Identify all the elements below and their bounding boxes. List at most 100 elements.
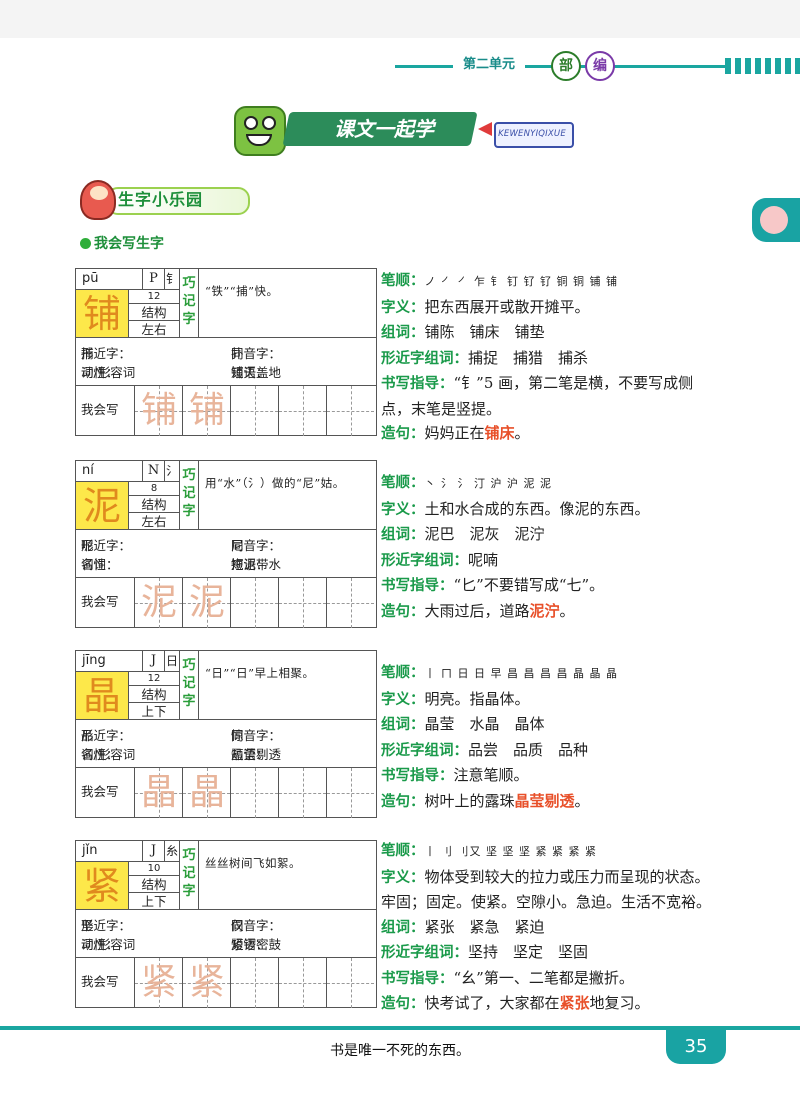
properties: 形近字：呢 同音字：尼 词性： 名词 短语： 拖泥带水 — [76, 529, 376, 577]
index-letter: J — [142, 841, 164, 861]
banner-romanized: KEWENYIQIXUE — [498, 129, 566, 139]
writing-box[interactable] — [230, 578, 278, 628]
properties: 形近字：品 同音字：惊 词性： 名/形容词 短语： 晶莹剔透 — [76, 719, 376, 767]
pinyin: pū — [82, 271, 99, 286]
trace-character: 晶 — [140, 772, 177, 813]
structure-label: 结构 — [128, 495, 179, 512]
example-sentence: 造句：树叶上的露珠晶莹剔透。 — [381, 791, 590, 810]
lesson-banner: 课文一起学 KEWENYIQIXUE — [228, 98, 574, 160]
big-character: 泥 — [76, 481, 128, 529]
writing-practice: 我会写 铺 铺 — [76, 385, 376, 436]
trace-character: 铺 — [140, 390, 177, 431]
writing-box[interactable] — [278, 768, 326, 818]
pinyin: ní — [82, 463, 94, 478]
meaning: 字义：明亮。指晶体。 — [381, 689, 530, 708]
write-label: 我会写 — [81, 594, 119, 609]
qiaoji-label: 巧记字 — [179, 841, 199, 909]
cartoon-face-icon — [760, 206, 788, 234]
writing-box[interactable] — [278, 386, 326, 436]
similar-words: 形近字组词：呢喃 — [381, 550, 499, 569]
badge-bu: 部 — [551, 51, 581, 81]
top-band — [0, 0, 800, 38]
words: 组词：晶莹 水晶 晶体 — [381, 715, 545, 733]
structure-value: 左右 — [128, 320, 179, 337]
writing-box[interactable]: 紧 — [182, 958, 230, 1008]
trace-character: 铺 — [188, 390, 225, 431]
unit-header: 第二单元 部 编 — [395, 51, 800, 81]
radical: 糸 — [164, 841, 179, 861]
writing-box[interactable] — [230, 768, 278, 818]
writing-box[interactable] — [326, 768, 374, 818]
girl-mascot-icon — [80, 180, 116, 220]
qiaoji-label: 巧记字 — [179, 651, 199, 719]
writing-box[interactable]: 泥 — [182, 578, 230, 628]
writing-box[interactable] — [230, 958, 278, 1008]
writing-guide: 书写指导：“钅”5 画，第二笔是横，不要写成侧点，末笔是竖提。 — [381, 374, 694, 418]
mnemonic: 用“水”（氵）做的“尼”姑。 — [205, 476, 345, 490]
footer-quote: 书是唯一不死的东西。 — [330, 1043, 470, 1059]
index-letter: P — [142, 269, 164, 289]
character-card: ní N 氵 泥 8 结构 左右 巧记字 用“水”（氵）做的“尼”姑。 形近字：… — [75, 460, 377, 628]
index-letter: N — [142, 461, 164, 481]
writing-box[interactable] — [278, 958, 326, 1008]
writing-box[interactable]: 晶 — [182, 768, 230, 818]
properties: 形近字：捕 同音字：扑 词性： 动/形容词 短语： 铺天盖地 — [76, 337, 376, 385]
stroke-count: 8 — [128, 481, 179, 495]
write-label: 我会写 — [81, 402, 119, 417]
index-letter: J — [142, 651, 164, 671]
page-number: 35 — [666, 1030, 726, 1064]
character-info: 笔顺：丶 氵 氵 汀 沪 沪 泥 泥 字义：土和水合成的东西。像泥的东西。 组词… — [381, 470, 711, 624]
arrow-icon — [478, 122, 492, 136]
qiaoji-label: 巧记字 — [179, 269, 199, 337]
writing-box[interactable]: 铺 — [182, 386, 230, 436]
writing-guide: 书写指导：“幺”第一、二笔都是撇折。 — [381, 968, 634, 987]
writing-guide: 书写指导：注意笔顺。 — [381, 766, 529, 784]
character-card: jǐn J 糸 紧 10 结构 上下 巧记字 丝丝树间飞如絮。 形近字：坚 同音… — [75, 840, 377, 1008]
writing-practice: 我会写 泥 泥 — [76, 577, 376, 628]
write-label: 我会写 — [81, 784, 119, 799]
big-character: 铺 — [76, 289, 128, 337]
character-card: jīng J 日 晶 12 结构 上下 巧记字 “日”“日”早上相聚。 形近字：… — [75, 650, 377, 818]
checker-pattern — [725, 58, 800, 74]
writing-box[interactable] — [326, 386, 374, 436]
writing-practice: 我会写 晶 晶 — [76, 767, 376, 818]
write-label: 我会写 — [81, 974, 119, 989]
writing-box[interactable] — [230, 386, 278, 436]
example-sentence: 造句：快考试了，大家都在紧张地复习。 — [381, 994, 650, 1012]
stroke-count: 12 — [128, 289, 179, 303]
green-monster-icon — [234, 106, 286, 156]
stroke-order: 笔顺：丨 刂 刂又 坚 坚 坚 紧 紧 紧 紧 — [381, 843, 597, 859]
meaning: 字义：把东西展开或散开摊平。 — [381, 297, 590, 316]
pinyin: jīng — [82, 653, 106, 668]
meaning: 字义：物体受到较大的拉力或压力而呈现的状态。牢固；固定。使紧。空隙小。急迫。生活… — [381, 867, 712, 912]
badge-bian: 编 — [585, 51, 615, 81]
similar-words: 形近字组词：品尝 品质 品种 — [381, 740, 589, 759]
writing-box[interactable] — [326, 578, 374, 628]
writing-box[interactable]: 铺 — [134, 386, 182, 436]
writing-box[interactable] — [278, 578, 326, 628]
properties: 形近字：坚 同音字：仅 词性： 动/形容词 短语： 紧锣密鼓 — [76, 909, 376, 957]
trace-character: 紧 — [140, 962, 177, 1003]
words: 组词：铺陈 铺床 铺垫 — [381, 323, 545, 341]
meaning: 字义：土和水合成的东西。像泥的东西。 — [381, 499, 650, 518]
writing-box[interactable] — [326, 958, 374, 1008]
mnemonic: “铁”“捕”快。 — [205, 284, 279, 298]
structure-label: 结构 — [128, 875, 179, 892]
words: 组词：紧张 紧急 紧迫 — [381, 917, 545, 936]
stroke-count: 12 — [128, 671, 179, 685]
section-title: 生字小乐园 — [118, 190, 204, 209]
character-card: pū P 钅 铺 12 结构 左右 巧记字 “铁”“捕”快。 形近字：捕 同音字… — [75, 268, 377, 436]
trace-character: 泥 — [140, 582, 177, 623]
writing-box[interactable]: 泥 — [134, 578, 182, 628]
structure-value: 上下 — [128, 702, 179, 719]
writing-box[interactable]: 紧 — [134, 958, 182, 1008]
section-header: 生字小乐园 — [78, 178, 250, 220]
subsection-title: 我会写生字 — [80, 233, 164, 253]
stroke-order: 笔顺：丨 ㄇ 日 日 早 昌 昌 昌 昌 晶 晶 晶 — [381, 665, 618, 681]
radical: 日 — [164, 651, 179, 671]
stroke-order: 笔顺：丶 氵 氵 汀 沪 沪 泥 泥 — [381, 475, 552, 491]
mnemonic: 丝丝树间飞如絮。 — [205, 856, 301, 870]
words: 组词：泥巴 泥灰 泥泞 — [381, 525, 545, 543]
character-info: 笔顺：ノ ㇒ ㇒ 乍 钅 钉 钌 钌 铜 铜 铺 铺 字义：把东西展开或散开摊平… — [381, 268, 711, 447]
writing-box[interactable]: 晶 — [134, 768, 182, 818]
